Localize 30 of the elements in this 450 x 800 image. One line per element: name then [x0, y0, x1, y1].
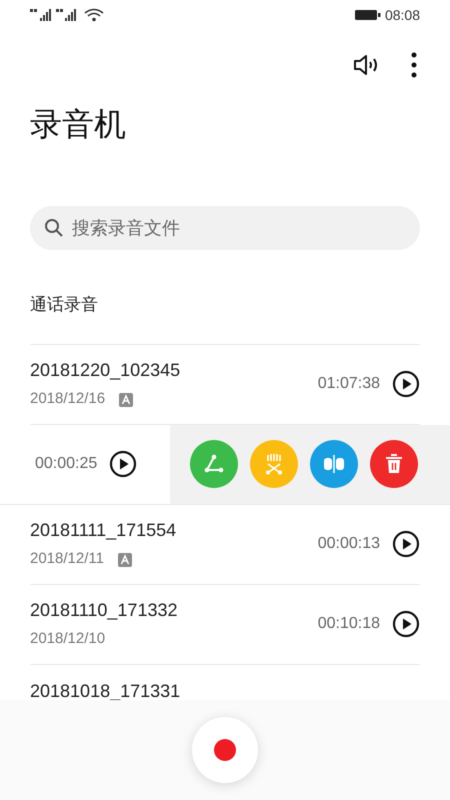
recording-name: 20181220_102345 [30, 359, 180, 382]
recording-name: 20181110_171332 [30, 599, 178, 622]
more-icon[interactable] [411, 52, 417, 78]
record-icon [213, 738, 237, 762]
delete-button[interactable] [370, 440, 418, 488]
search-field[interactable]: 搜索录音文件 [30, 206, 420, 250]
recording-name: 20181111_171554 [30, 519, 176, 542]
recording-date: 2018/12/16 [30, 389, 106, 410]
split-button[interactable] [310, 440, 358, 488]
app-title: 录音机 [30, 105, 127, 144]
search-icon [44, 218, 64, 238]
play-icon[interactable] [109, 450, 138, 478]
play-icon[interactable] [392, 530, 420, 558]
section-header: 通话录音 [30, 294, 99, 316]
play-icon[interactable] [392, 610, 420, 638]
recording-duration: 01:07:38 [318, 374, 380, 394]
split-icon [323, 454, 345, 474]
recording-date: 2018/12/11 [30, 549, 104, 570]
share-icon [204, 454, 224, 474]
play-icon[interactable] [392, 370, 420, 398]
recording-duration: 00:10:18 [318, 614, 380, 634]
signal-icon [30, 8, 105, 22]
recording-name: 20181018_171331 [30, 680, 180, 702]
scissors-icon [263, 453, 285, 475]
trash-icon [384, 453, 404, 475]
status-time: 08:08 [384, 6, 420, 24]
recording-duration: 00:00:13 [318, 534, 380, 554]
recording-duration: 00:00:25 [35, 454, 98, 474]
battery-icon [354, 9, 381, 21]
recording-date: 2018/12/10 [30, 629, 106, 650]
